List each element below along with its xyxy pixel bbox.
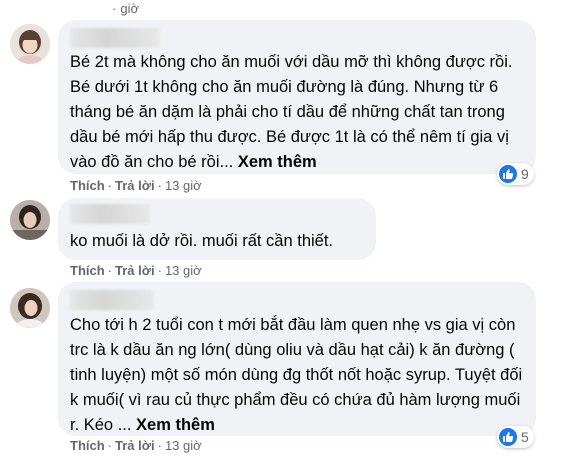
comment-actions: Thích · Trả lời · 13 giờ	[70, 263, 202, 278]
previous-comment-meta: · giờ	[112, 1, 139, 16]
see-more-link[interactable]: Xem thêm	[136, 416, 215, 434]
previous-comment-time: giờ	[120, 1, 139, 16]
commenter-name-redacted[interactable]	[70, 28, 160, 48]
comment-text: Bé 2t mà không cho ăn muối với dầu mỡ th…	[70, 53, 513, 171]
reply-button[interactable]: Trả lời	[115, 263, 155, 278]
commenter-name-redacted[interactable]	[70, 204, 150, 224]
comment-time: 13 giờ	[164, 263, 202, 278]
avatar[interactable]	[10, 24, 50, 64]
thumbs-up-icon	[499, 165, 517, 183]
avatar[interactable]	[10, 288, 50, 328]
comment-text: ko muối là dở rồi. muối rất cần thiết.	[70, 232, 334, 250]
comment-actions: Thích · Trả lời · 13 giờ	[70, 438, 202, 453]
comment-actions: Thích · Trả lời · 13 giờ	[70, 178, 202, 193]
reaction-summary[interactable]: 5	[497, 426, 534, 448]
comment-text: Cho tới h 2 tuổi con t mới bắt đầu làm q…	[70, 316, 523, 434]
reaction-count: 5	[521, 429, 529, 445]
reaction-summary[interactable]: 9	[497, 163, 534, 185]
avatar[interactable]	[10, 200, 50, 240]
like-button[interactable]: Thích	[70, 263, 105, 278]
like-button[interactable]: Thích	[70, 438, 105, 453]
comment-time: 13 giờ	[164, 178, 202, 193]
reaction-count: 9	[521, 166, 529, 182]
see-more-link[interactable]: Xem thêm	[238, 153, 317, 171]
like-button[interactable]: Thích	[70, 178, 105, 193]
commenter-name-redacted[interactable]	[70, 290, 154, 310]
comment-time: 13 giờ	[164, 438, 202, 453]
thumbs-up-icon	[499, 428, 517, 446]
reply-button[interactable]: Trả lời	[115, 438, 155, 453]
reply-button[interactable]: Trả lời	[115, 178, 155, 193]
